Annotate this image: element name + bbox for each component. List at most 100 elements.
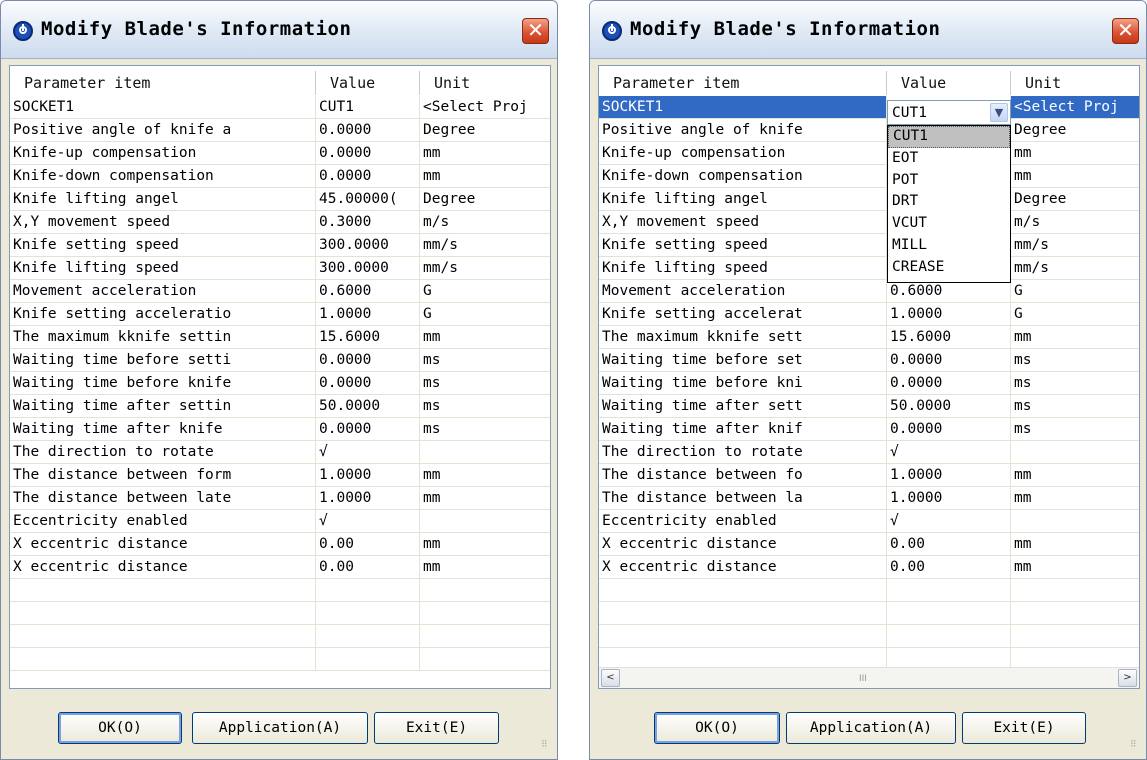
value-cell[interactable] [887, 625, 1011, 647]
unit-cell[interactable]: ms [420, 395, 550, 417]
table-row[interactable]: Knife-up compensation mm [599, 142, 1139, 165]
unit-cell[interactable]: mm [1011, 142, 1139, 164]
value-cell[interactable]: 50.0000 [316, 395, 420, 417]
parameter-cell[interactable]: Waiting time after sett [599, 395, 887, 417]
table-row[interactable]: Knife setting speed mm/s [599, 234, 1139, 257]
scroll-right-arrow-icon[interactable]: > [1118, 669, 1137, 687]
value-cell[interactable]: 0.0000 [887, 418, 1011, 440]
value-cell[interactable]: 300.0000 [316, 257, 420, 279]
dropdown-option[interactable]: CUT1 [888, 126, 1010, 148]
table-row[interactable]: Knife lifting speed 300.0000 mm/s [10, 257, 550, 280]
value-cell[interactable]: 0.0000 [316, 349, 420, 371]
application-button[interactable]: Application(A) [192, 712, 368, 744]
table-row[interactable]: X eccentric distance 0.00 mm [599, 556, 1139, 579]
table-row[interactable]: The maximum kknife sett 15.6000 mm [599, 326, 1139, 349]
table-row[interactable]: The maximum kknife settin 15.6000 mm [10, 326, 550, 349]
table-row[interactable] [10, 579, 550, 602]
value-combobox[interactable]: CUT1 ▼ [887, 100, 1011, 125]
dropdown-option[interactable]: EOT [888, 148, 1010, 170]
unit-cell[interactable]: ms [1011, 349, 1139, 371]
scroll-thumb-grip[interactable]: III [859, 674, 867, 684]
table-row[interactable]: Knife setting acceleratio 1.0000 G [10, 303, 550, 326]
table-row[interactable]: SOCKET1 CUT1 <Select Proj [10, 96, 550, 119]
parameter-cell[interactable]: Eccentricity enabled [599, 510, 887, 532]
parameter-cell[interactable] [599, 602, 887, 624]
parameter-cell[interactable]: The distance between form [10, 464, 316, 486]
table-row[interactable] [599, 579, 1139, 602]
unit-cell[interactable]: mm/s [420, 257, 550, 279]
unit-cell[interactable]: mm [420, 533, 550, 555]
parameter-cell[interactable]: The distance between late [10, 487, 316, 509]
value-cell[interactable]: 0.0000 [316, 418, 420, 440]
table-row[interactable]: Waiting time before set 0.0000 ms [599, 349, 1139, 372]
table-row[interactable]: The distance between late 1.0000 mm [10, 487, 550, 510]
table-row[interactable]: Knife-up compensation 0.0000 mm [10, 142, 550, 165]
unit-cell[interactable] [420, 602, 550, 624]
value-cell[interactable]: 0.3000 [316, 211, 420, 233]
unit-cell[interactable]: ms [1011, 395, 1139, 417]
ok-button[interactable]: OK(O) [58, 712, 182, 744]
parameter-cell[interactable]: Waiting time before setti [10, 349, 316, 371]
unit-cell[interactable]: mm [420, 487, 550, 509]
unit-cell[interactable] [420, 648, 550, 670]
table-row[interactable] [10, 602, 550, 625]
table-row[interactable]: X,Y movement speed m/s [599, 211, 1139, 234]
unit-cell[interactable] [420, 579, 550, 601]
dropdown-option[interactable]: VCUT [888, 213, 1010, 235]
parameter-cell[interactable]: Waiting time before set [599, 349, 887, 371]
table-row[interactable]: The direction to rotate √ [10, 441, 550, 464]
unit-cell[interactable]: ms [1011, 418, 1139, 440]
unit-cell[interactable] [1011, 441, 1139, 463]
table-row[interactable]: Eccentricity enabled √ [10, 510, 550, 533]
dropdown-option[interactable]: MILL [888, 235, 1010, 257]
value-cell[interactable]: 0.0000 [887, 349, 1011, 371]
parameter-grid[interactable]: Parameter item Value Unit SOCKET1 <Select… [598, 65, 1140, 689]
value-cell[interactable]: CUT1 [316, 96, 420, 118]
parameter-cell[interactable]: The maximum kknife settin [10, 326, 316, 348]
parameter-cell[interactable]: Knife lifting speed [599, 257, 887, 279]
parameter-cell[interactable]: X eccentric distance [10, 533, 316, 555]
table-row[interactable]: Positive angle of knife Degree [599, 119, 1139, 142]
dropdown-option[interactable]: CREASE [888, 257, 1010, 279]
value-cell[interactable]: 1.0000 [316, 303, 420, 325]
parameter-grid[interactable]: Parameter item Value Unit SOCKET1 CUT1 <Se… [9, 65, 551, 689]
parameter-cell[interactable]: Waiting time before kni [599, 372, 887, 394]
table-row[interactable]: Knife-down compensation mm [599, 165, 1139, 188]
parameter-cell[interactable]: The direction to rotate [599, 441, 887, 463]
table-row[interactable]: Waiting time before setti 0.0000 ms [10, 349, 550, 372]
unit-cell[interactable]: mm [420, 464, 550, 486]
table-row[interactable]: Positive angle of knife a 0.0000 Degree [10, 119, 550, 142]
unit-cell[interactable]: mm [1011, 165, 1139, 187]
parameter-cell[interactable]: Knife setting acceleratio [10, 303, 316, 325]
table-row[interactable] [10, 625, 550, 648]
unit-cell[interactable] [1011, 625, 1139, 647]
parameter-cell[interactable]: Movement acceleration [10, 280, 316, 302]
unit-cell[interactable]: Degree [1011, 119, 1139, 141]
parameter-cell[interactable] [10, 602, 316, 624]
value-cell[interactable]: 1.0000 [316, 487, 420, 509]
table-row[interactable]: Eccentricity enabled √ [599, 510, 1139, 533]
table-row[interactable]: The distance between form 1.0000 mm [10, 464, 550, 487]
table-row[interactable]: X eccentric distance 0.00 mm [10, 556, 550, 579]
value-cell[interactable]: 0.0000 [316, 142, 420, 164]
parameter-cell[interactable]: Knife-down compensation [10, 165, 316, 187]
parameter-cell[interactable]: Knife lifting speed [10, 257, 316, 279]
table-row[interactable]: Movement acceleration 0.6000 G [599, 280, 1139, 303]
column-header-unit[interactable]: Unit [1011, 71, 1139, 95]
parameter-cell[interactable] [10, 648, 316, 670]
value-cell[interactable]: 0.0000 [316, 372, 420, 394]
unit-cell[interactable]: mm [1011, 464, 1139, 486]
column-header-unit[interactable]: Unit [420, 71, 550, 95]
value-cell[interactable]: 1.0000 [887, 487, 1011, 509]
table-row[interactable] [599, 602, 1139, 625]
unit-cell[interactable]: mm/s [420, 234, 550, 256]
table-row[interactable] [10, 648, 550, 671]
unit-cell[interactable] [1011, 579, 1139, 601]
value-cell[interactable] [887, 602, 1011, 624]
parameter-cell[interactable]: Knife-down compensation [599, 165, 887, 187]
table-row[interactable]: Knife lifting speed mm/s [599, 257, 1139, 280]
parameter-cell[interactable]: Knife-up compensation [10, 142, 316, 164]
close-button[interactable]: ✕ [1112, 18, 1139, 44]
value-cell[interactable]: 0.00 [316, 556, 420, 578]
parameter-cell[interactable]: Knife setting speed [599, 234, 887, 256]
